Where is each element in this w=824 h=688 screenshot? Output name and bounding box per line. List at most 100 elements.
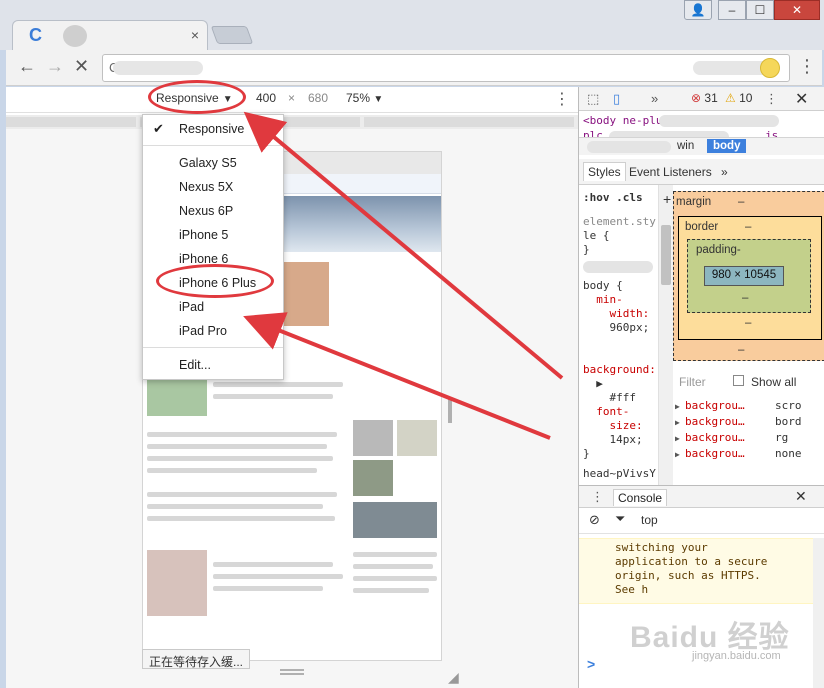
error-count[interactable]: ⊗ 31 bbox=[691, 91, 718, 105]
show-all-checkbox[interactable] bbox=[733, 375, 744, 386]
zoom-select[interactable]: 75% ▼ bbox=[346, 91, 383, 105]
menu-item-iphone-5[interactable]: iPhone 5 bbox=[143, 223, 283, 247]
border-label: border bbox=[685, 221, 719, 233]
error-count-value: 31 bbox=[704, 91, 718, 105]
devtools-menu-icon[interactable]: ⋮ bbox=[765, 91, 778, 107]
text-line bbox=[147, 444, 327, 449]
border-bottom-value: – bbox=[745, 317, 752, 329]
expand-arrow[interactable]: ▶ bbox=[583, 377, 603, 390]
styles-tabbar: Styles Event Listeners » bbox=[579, 159, 824, 185]
console-prompt[interactable]: > bbox=[587, 656, 595, 672]
style-blur bbox=[583, 261, 653, 273]
more-tabs-icon[interactable]: » bbox=[717, 163, 732, 181]
hov-cls-toggle[interactable]: :hov .cls bbox=[583, 191, 643, 204]
devtools-close-icon[interactable]: ✕ bbox=[795, 89, 808, 109]
console-line: application to a secure bbox=[615, 555, 768, 568]
tab-event-listeners[interactable]: Event Listeners bbox=[625, 163, 716, 181]
tab-console[interactable]: Console bbox=[613, 489, 668, 506]
viewport-height[interactable]: 680 bbox=[308, 91, 328, 105]
filter-input[interactable]: Filter bbox=[679, 375, 706, 389]
menu-item-nexus-5x[interactable]: Nexus 5X bbox=[143, 175, 283, 199]
browser-tab[interactable]: C × bbox=[12, 20, 208, 50]
breadcrumb-win[interactable]: win bbox=[677, 140, 694, 152]
style-value: #fff bbox=[583, 391, 636, 404]
ruler-segment bbox=[6, 117, 136, 127]
clear-console-icon[interactable]: ⊘ bbox=[589, 512, 600, 528]
menu-item-galaxy-s5[interactable]: Galaxy S5 bbox=[143, 151, 283, 175]
filter-icon[interactable]: ⏷ bbox=[615, 511, 625, 527]
inspect-element-icon[interactable]: ⬚ bbox=[587, 91, 599, 107]
resize-handle-corner[interactable]: ◢ bbox=[448, 669, 459, 686]
zoom-label: 75% bbox=[346, 91, 371, 105]
warning-count[interactable]: ⚠ 10 bbox=[725, 91, 752, 105]
watermark-url: jingyan.baidu.com bbox=[692, 650, 781, 662]
ruler-segment bbox=[364, 117, 574, 127]
style-rule-line: body { bbox=[583, 279, 623, 292]
computed-row[interactable]: ▶ backgrou… none bbox=[673, 447, 824, 463]
text-line bbox=[353, 552, 437, 557]
border-value: – bbox=[745, 221, 752, 233]
computed-row[interactable]: ▶ backgrou… bord bbox=[673, 415, 824, 431]
browser-toolbar: ← → ✕ C ⋮ bbox=[6, 50, 822, 86]
computed-row[interactable]: ▶ backgrou… rg bbox=[673, 431, 824, 447]
console-close-icon[interactable]: ✕ bbox=[795, 488, 807, 505]
resize-handle-bottom[interactable] bbox=[280, 669, 304, 675]
expand-arrow-icon: ▶ bbox=[675, 434, 680, 443]
minimize-button[interactable]: – bbox=[718, 0, 746, 20]
computed-value: rg bbox=[775, 431, 789, 444]
style-rule-line: } bbox=[583, 243, 590, 256]
more-tabs-icon[interactable]: » bbox=[651, 91, 658, 106]
resize-handle-right[interactable] bbox=[448, 399, 452, 423]
menu-item-responsive[interactable]: ✔ Responsive bbox=[143, 117, 283, 141]
stop-button[interactable]: ✕ bbox=[74, 56, 89, 77]
viewport-width[interactable]: 400 bbox=[256, 91, 276, 105]
forward-button[interactable]: → bbox=[46, 56, 64, 77]
console-scrollbar[interactable] bbox=[813, 538, 824, 688]
page-status-bubble: 正在等待存入缓... bbox=[142, 649, 251, 669]
tab-styles[interactable]: Styles bbox=[583, 162, 626, 181]
styles-scrollbar[interactable] bbox=[659, 185, 673, 485]
breadcrumb-body[interactable]: body bbox=[707, 139, 747, 153]
console-tabbar: ⋮ Console ✕ bbox=[579, 486, 824, 508]
new-tab-button[interactable] bbox=[210, 26, 254, 44]
dom-node-body[interactable]: <body ne-plu bbox=[583, 114, 662, 127]
browser-titlebar: C × 👤 – ☐ ✕ bbox=[0, 0, 824, 50]
scroll-thumb[interactable] bbox=[661, 225, 671, 285]
highlight-device-select bbox=[148, 80, 246, 114]
page-thumbnail bbox=[353, 460, 393, 496]
page-thumbnail bbox=[397, 420, 437, 456]
text-line bbox=[147, 456, 333, 461]
user-icon[interactable]: 👤 bbox=[684, 0, 712, 20]
devtools-panel: ⬚ ▯ » ⊗ 31 ⚠ 10 ⋮ ✕ <body ne-plu plc js … bbox=[578, 87, 824, 688]
close-window-button[interactable]: ✕ bbox=[774, 0, 820, 20]
computed-value: none bbox=[775, 447, 802, 460]
style-prop: size: bbox=[583, 419, 643, 432]
warning-count-value: 10 bbox=[739, 91, 753, 105]
address-bar[interactable]: C bbox=[102, 54, 790, 82]
style-rule-line: le { bbox=[583, 229, 610, 242]
computed-row[interactable]: ▶ backgrou… scro bbox=[673, 399, 824, 415]
menu-item-ipad-pro[interactable]: iPad Pro bbox=[143, 319, 283, 343]
style-value: 960px; bbox=[583, 321, 650, 334]
back-button[interactable]: ← bbox=[18, 56, 36, 77]
menu-item-ipad[interactable]: iPad bbox=[143, 295, 283, 319]
device-toggle-icon[interactable]: ▯ bbox=[613, 91, 620, 107]
console-line: See h bbox=[615, 583, 649, 596]
menu-item-nexus-6p[interactable]: Nexus 6P bbox=[143, 199, 283, 223]
context-select[interactable]: top bbox=[641, 513, 658, 527]
drawer-menu-icon[interactable]: ⋮ bbox=[591, 489, 604, 505]
style-rule-line: element.sty bbox=[583, 215, 656, 228]
menu-item-edit[interactable]: Edit... bbox=[143, 353, 283, 377]
new-style-rule-icon[interactable]: + bbox=[663, 191, 671, 207]
content-box: 980 × 10545 bbox=[704, 266, 784, 286]
text-line bbox=[213, 394, 333, 399]
extension-icon[interactable] bbox=[760, 58, 780, 78]
maximize-button[interactable]: ☐ bbox=[746, 0, 774, 20]
tab-close-icon[interactable]: × bbox=[191, 27, 199, 43]
breadcrumb: win body bbox=[579, 137, 824, 155]
margin-value: – bbox=[738, 196, 745, 208]
browser-menu-icon[interactable]: ⋮ bbox=[798, 56, 816, 77]
text-line bbox=[213, 586, 323, 591]
text-line bbox=[147, 504, 323, 509]
device-more-icon[interactable]: ⋮ bbox=[554, 89, 570, 109]
